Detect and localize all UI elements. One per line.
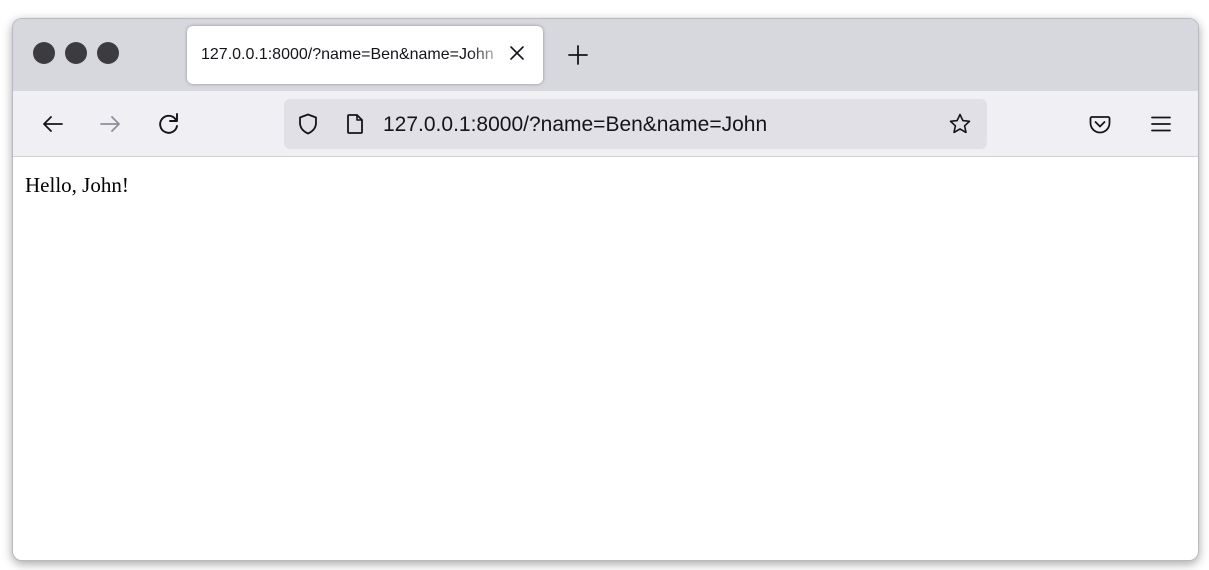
close-icon[interactable] xyxy=(507,43,527,63)
page-content: Hello, John! xyxy=(13,157,1198,560)
plus-icon[interactable] xyxy=(565,42,591,68)
active-tab[interactable]: 127.0.0.1:8000/?name=Ben&name=John xyxy=(187,26,543,84)
page-icon[interactable] xyxy=(343,112,367,136)
hamburger-menu-icon[interactable] xyxy=(1148,111,1174,137)
minimize-window-button[interactable] xyxy=(65,42,87,64)
tab-title: 127.0.0.1:8000/?name=Ben&name=John xyxy=(201,46,494,63)
maximize-window-button[interactable] xyxy=(97,42,119,64)
close-window-button[interactable] xyxy=(33,42,55,64)
pocket-icon[interactable] xyxy=(1087,111,1113,137)
browser-window: 127.0.0.1:8000/?name=Ben&name=John 127.0… xyxy=(12,18,1199,561)
tab-strip: 127.0.0.1:8000/?name=Ben&name=John xyxy=(13,19,1198,91)
forward-arrow-icon[interactable] xyxy=(97,111,123,137)
nav-toolbar: 127.0.0.1:8000/?name=Ben&name=John xyxy=(13,91,1198,157)
url-text[interactable]: 127.0.0.1:8000/?name=Ben&name=John xyxy=(383,113,767,137)
star-icon[interactable] xyxy=(948,112,972,136)
greeting-text: Hello, John! xyxy=(25,173,129,197)
back-arrow-icon[interactable] xyxy=(40,111,66,137)
shield-icon[interactable] xyxy=(296,112,320,136)
address-bar[interactable]: 127.0.0.1:8000/?name=Ben&name=John xyxy=(284,99,987,149)
reload-icon[interactable] xyxy=(156,111,182,137)
